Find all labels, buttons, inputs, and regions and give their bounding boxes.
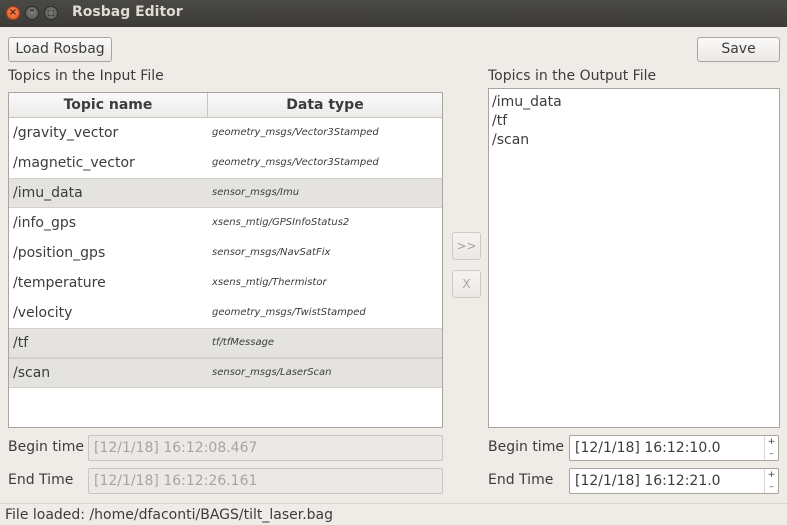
topic-name-cell: /magnetic_vector	[13, 155, 135, 171]
remove-from-output-button[interactable]: X	[452, 270, 481, 298]
data-type-cell: sensor_msgs/NavSatFix	[212, 247, 331, 258]
output-end-time-value[interactable]: [12/1/18] 16:12:21.0	[575, 473, 721, 489]
list-item[interactable]: /imu_data	[492, 93, 562, 112]
output-topics-heading: Topics in the Output File	[488, 68, 657, 84]
close-window-button[interactable]: ×	[6, 6, 20, 20]
close-icon: ×	[8, 7, 18, 18]
input-topics-table[interactable]: Topic name Data type /gravity_vector geo…	[8, 92, 443, 428]
data-type-cell: geometry_msgs/TwistStamped	[212, 307, 366, 318]
input-end-time-label: End Time	[8, 472, 74, 488]
end-time-increment-button[interactable]: +	[765, 469, 778, 481]
status-bar: File loaded: /home/dfaconti/BAGS/tilt_la…	[0, 503, 787, 525]
topic-name-cell: /tf	[13, 335, 29, 351]
begin-time-stepper[interactable]: + –	[764, 436, 778, 460]
data-type-cell: xsens_mtig/GPSInfoStatus2	[212, 217, 350, 228]
begin-time-decrement-button[interactable]: –	[765, 448, 778, 460]
save-button[interactable]: Save	[697, 37, 780, 62]
output-begin-time-label: Begin time	[488, 439, 564, 455]
table-header: Topic name Data type	[9, 93, 442, 118]
status-text: File loaded: /home/dfaconti/BAGS/tilt_la…	[5, 507, 334, 523]
topic-name-cell: /velocity	[13, 305, 73, 321]
output-begin-time-value[interactable]: [12/1/18] 16:12:10.0	[575, 440, 721, 456]
begin-time-increment-button[interactable]: +	[765, 436, 778, 448]
title-bar: × – □ Rosbag Editor	[0, 0, 787, 27]
list-item[interactable]: /scan	[492, 131, 529, 150]
minimize-window-button[interactable]: –	[25, 5, 39, 20]
table-row[interactable]: /gravity_vector geometry_msgs/Vector3Sta…	[9, 118, 442, 148]
end-time-stepper[interactable]: + –	[764, 469, 778, 493]
table-row[interactable]: /magnetic_vector geometry_msgs/Vector3St…	[9, 148, 442, 178]
add-to-output-button[interactable]: >>	[452, 232, 481, 260]
output-end-time-label: End Time	[488, 472, 554, 488]
table-row[interactable]: /info_gps xsens_mtig/GPSInfoStatus2	[9, 208, 442, 238]
data-type-cell: geometry_msgs/Vector3Stamped	[212, 157, 379, 168]
data-type-cell: geometry_msgs/Vector3Stamped	[212, 127, 379, 138]
topic-name-cell: /imu_data	[13, 185, 83, 201]
table-row[interactable]: /position_gps sensor_msgs/NavSatFix	[9, 238, 442, 268]
end-time-decrement-button[interactable]: –	[765, 481, 778, 493]
table-row-selected[interactable]: /tf tf/tfMessage	[9, 328, 442, 358]
column-header-topic-name[interactable]: Topic name	[9, 93, 208, 117]
table-row[interactable]: /temperature xsens_mtig/Thermistor	[9, 268, 442, 298]
topic-name-cell: /position_gps	[13, 245, 106, 261]
table-row-selected[interactable]: /scan sensor_msgs/LaserScan	[9, 358, 442, 388]
data-type-cell: tf/tfMessage	[212, 337, 275, 348]
table-row[interactable]: /velocity geometry_msgs/TwistStamped	[9, 298, 442, 328]
minimize-icon: –	[29, 5, 35, 16]
input-begin-time-label: Begin time	[8, 439, 84, 455]
output-end-time-spinbox[interactable]: [12/1/18] 16:12:21.0 + –	[569, 468, 779, 494]
load-rosbag-button[interactable]: Load Rosbag	[8, 37, 112, 62]
topic-name-cell: /temperature	[13, 275, 106, 291]
topic-name-cell: /info_gps	[13, 215, 77, 231]
output-begin-time-spinbox[interactable]: [12/1/18] 16:12:10.0 + –	[569, 435, 779, 461]
input-end-time-field: [12/1/18] 16:12:26.161	[88, 468, 443, 494]
data-type-cell: xsens_mtig/Thermistor	[212, 277, 327, 288]
window-title: Rosbag Editor	[72, 4, 183, 20]
list-item[interactable]: /tf	[492, 112, 507, 131]
data-type-cell: sensor_msgs/Imu	[212, 187, 300, 198]
column-header-data-type[interactable]: Data type	[208, 93, 442, 117]
output-topics-list[interactable]: /imu_data /tf /scan	[488, 88, 780, 428]
maximize-icon: □	[47, 8, 55, 17]
table-row-selected[interactable]: /imu_data sensor_msgs/Imu	[9, 178, 442, 208]
topic-name-cell: /gravity_vector	[13, 125, 119, 141]
input-begin-time-field: [12/1/18] 16:12:08.467	[88, 435, 443, 461]
maximize-window-button[interactable]: □	[44, 6, 58, 20]
data-type-cell: sensor_msgs/LaserScan	[212, 367, 332, 378]
input-topics-heading: Topics in the Input File	[8, 68, 164, 84]
topic-name-cell: /scan	[13, 365, 51, 381]
